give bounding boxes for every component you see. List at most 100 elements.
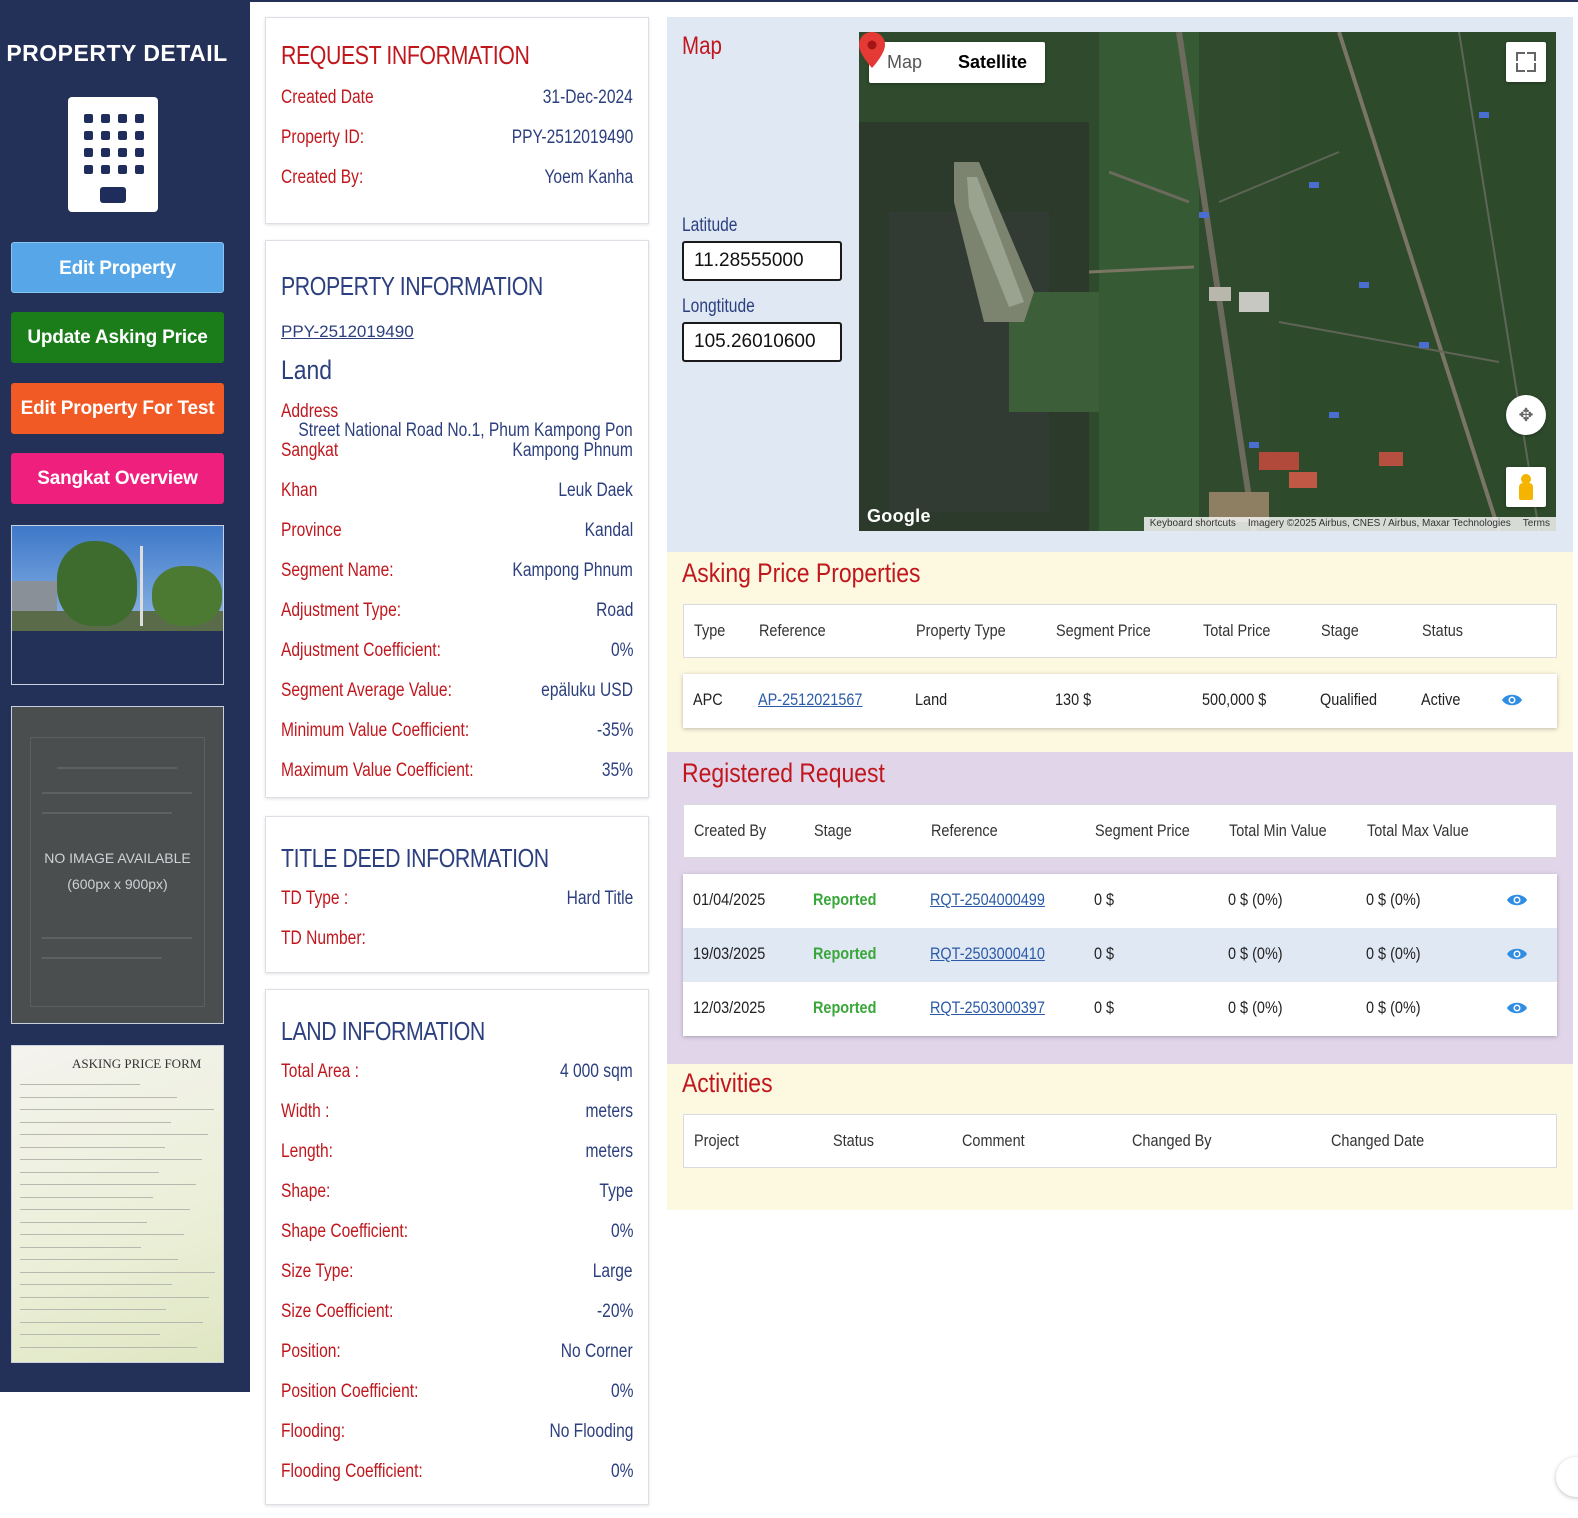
longitude-label: Longtitude	[682, 296, 755, 317]
request-info-row: Created By: Yoem Kanha	[281, 167, 633, 193]
property-info-row: Sangkat Kampong Phnum	[281, 440, 633, 466]
land-info-label: Size Type:	[281, 1261, 354, 1282]
request-info-label: Created Date	[281, 87, 374, 108]
asking-price-cell: 130 $	[1055, 690, 1092, 709]
terms-link[interactable]: Terms	[1517, 517, 1556, 531]
chat-widget-button[interactable]	[1556, 1457, 1578, 1497]
asking-price-column-header: Status	[1422, 621, 1463, 640]
asking-price-cell: Qualified	[1320, 690, 1378, 709]
request-stage-badge: Reported	[813, 944, 877, 963]
title-deed-title: TITLE DEED INFORMATION	[281, 843, 549, 873]
registered-request-title: Registered Request	[682, 758, 885, 788]
land-info-label: Flooding Coefficient:	[281, 1461, 423, 1482]
asking-reference-link[interactable]: AP-2512021567	[758, 690, 862, 710]
request-stage-badge: Reported	[813, 998, 877, 1017]
land-info-label: Width :	[281, 1101, 330, 1122]
edit-property-for-test-button[interactable]: Edit Property For Test	[11, 383, 224, 434]
property-info-value: Kampong Phnum	[512, 440, 633, 461]
update-asking-price-button[interactable]: Update Asking Price	[11, 312, 224, 363]
registered-request-cell: 0 $ (0%)	[1228, 890, 1283, 909]
request-info-value: PPY-2512019490	[511, 127, 633, 148]
asking-price-form-thumbnail[interactable]: ASKING PRICE FORM	[11, 1045, 224, 1363]
asking-price-column-header: Property Type	[916, 621, 1006, 640]
google-logo: Google	[867, 506, 931, 526]
asking-price-row: APC AP-2512021567 Land 130 $ 500,000 $ Qualif…	[683, 674, 1557, 728]
land-info-value: 4 000 sqm	[560, 1061, 633, 1082]
registered-request-cell: 19/03/2025	[693, 944, 766, 963]
request-info-label: Created By:	[281, 167, 364, 188]
land-info-label: Total Area :	[281, 1061, 359, 1082]
request-info-row: Created Date 31-Dec-2024	[281, 87, 633, 113]
asking-price-section: Asking Price Properties Type Reference Pro…	[667, 552, 1573, 752]
land-info-row: Size Coefficient: -20%	[281, 1301, 633, 1327]
land-info-row: Length: meters	[281, 1141, 633, 1167]
satellite-map[interactable]: Map Satellite ✥ Google Keyboard shortcut…	[859, 32, 1556, 531]
property-information-card: PROPERTY INFORMATION PPY-2512019490 Land…	[265, 240, 649, 798]
asking-price-cell: Land	[915, 690, 948, 709]
asking-price-title: Asking Price Properties	[682, 558, 921, 588]
map-marker-icon[interactable]	[859, 32, 885, 68]
property-info-label: Segment Average Value:	[281, 680, 452, 701]
sangkat-overview-button[interactable]: Sangkat Overview	[11, 453, 224, 504]
registered-request-cell: 01/04/2025	[693, 890, 766, 909]
property-photo-thumbnail[interactable]	[11, 525, 224, 685]
asking-price-column-header: Reference	[759, 621, 826, 640]
sidebar: PROPERTY DETAIL Edit Property Update Ask…	[0, 0, 250, 1392]
property-info-label: Province	[281, 520, 342, 541]
land-info-value: No Corner	[561, 1341, 633, 1362]
activities-column-header: Project	[694, 1131, 739, 1150]
camera-control-icon[interactable]: ✥	[1506, 395, 1546, 435]
registered-request-cell: 0 $ (0%)	[1366, 944, 1421, 963]
activities-section: Activities Project Status Comment Changed B…	[667, 1064, 1573, 1210]
request-reference-link[interactable]: RQT-2503000397	[930, 998, 1045, 1018]
property-info-label: Sangkat	[281, 440, 339, 461]
fullscreen-icon[interactable]	[1506, 42, 1546, 82]
title-deed-label: TD Number:	[281, 928, 366, 949]
property-info-label: Minimum Value Coefficient:	[281, 720, 470, 741]
land-info-value: Large	[593, 1261, 633, 1282]
form-title: ASKING PRICE FORM	[72, 1056, 202, 1071]
land-info-row: Total Area : 4 000 sqm	[281, 1061, 633, 1087]
property-id-link[interactable]: PPY-2512019490	[281, 322, 414, 342]
land-information-title: LAND INFORMATION	[281, 1016, 485, 1046]
registered-request-column-header: Segment Price	[1095, 821, 1190, 840]
land-info-value: meters	[585, 1101, 633, 1122]
property-info-row: Segment Name: Kampong Phnum	[281, 560, 633, 586]
keyboard-shortcuts-link[interactable]: Keyboard shortcuts	[1144, 517, 1242, 531]
property-info-row: Segment Average Value: epäluku USD	[281, 680, 633, 706]
view-eye-icon[interactable]	[1506, 1001, 1528, 1015]
request-information-card: REQUEST INFORMATION Created Date 31-Dec-2…	[265, 17, 649, 224]
asking-price-column-header: Segment Price	[1056, 621, 1151, 640]
registered-request-cell: 0 $ (0%)	[1366, 998, 1421, 1017]
longitude-input[interactable]: 105.26010600	[682, 322, 842, 362]
view-eye-icon[interactable]	[1501, 693, 1523, 707]
edit-property-button[interactable]: Edit Property	[11, 242, 224, 293]
property-info-row: Minimum Value Coefficient: -35%	[281, 720, 633, 746]
property-info-row: Khan Leuk Daek	[281, 480, 633, 506]
latitude-input[interactable]: 11.28555000	[682, 241, 842, 281]
address-value: Street National Road No.1, Phum Kampong …	[298, 420, 633, 441]
view-eye-icon[interactable]	[1506, 947, 1528, 961]
request-info-row: Property ID: PPY-2512019490	[281, 127, 633, 153]
land-info-label: Length:	[281, 1141, 333, 1162]
title-deed-thumbnail[interactable]: NO IMAGE AVAILABLE (600px x 900px)	[11, 706, 224, 1024]
satellite-tab[interactable]: Satellite	[940, 42, 1045, 83]
activities-column-header: Comment	[962, 1131, 1025, 1150]
request-reference-link[interactable]: RQT-2504000499	[930, 890, 1045, 910]
asking-price-cell: APC	[693, 690, 723, 709]
registered-request-cell: 0 $ (0%)	[1366, 890, 1421, 909]
registered-request-column-header: Total Min Value	[1229, 821, 1327, 840]
title-deed-label: TD Type :	[281, 888, 349, 909]
property-information-title: PROPERTY INFORMATION	[281, 271, 543, 301]
land-info-row: Shape: Type	[281, 1181, 633, 1207]
title-deed-value: Hard Title	[566, 888, 633, 909]
activities-column-header: Status	[833, 1131, 874, 1150]
registered-request-row: 12/03/2025 Reported RQT-2503000397 0 $ 0 $ (…	[683, 982, 1557, 1036]
land-info-label: Size Coefficient:	[281, 1301, 394, 1322]
property-info-value: Road	[595, 600, 633, 621]
request-reference-link[interactable]: RQT-2503000410	[930, 944, 1045, 964]
street-view-pegman-icon[interactable]	[1506, 467, 1546, 507]
property-info-row: Adjustment Coefficient: 0%	[281, 640, 633, 666]
view-eye-icon[interactable]	[1506, 893, 1528, 907]
land-info-value: 0%	[610, 1221, 633, 1242]
